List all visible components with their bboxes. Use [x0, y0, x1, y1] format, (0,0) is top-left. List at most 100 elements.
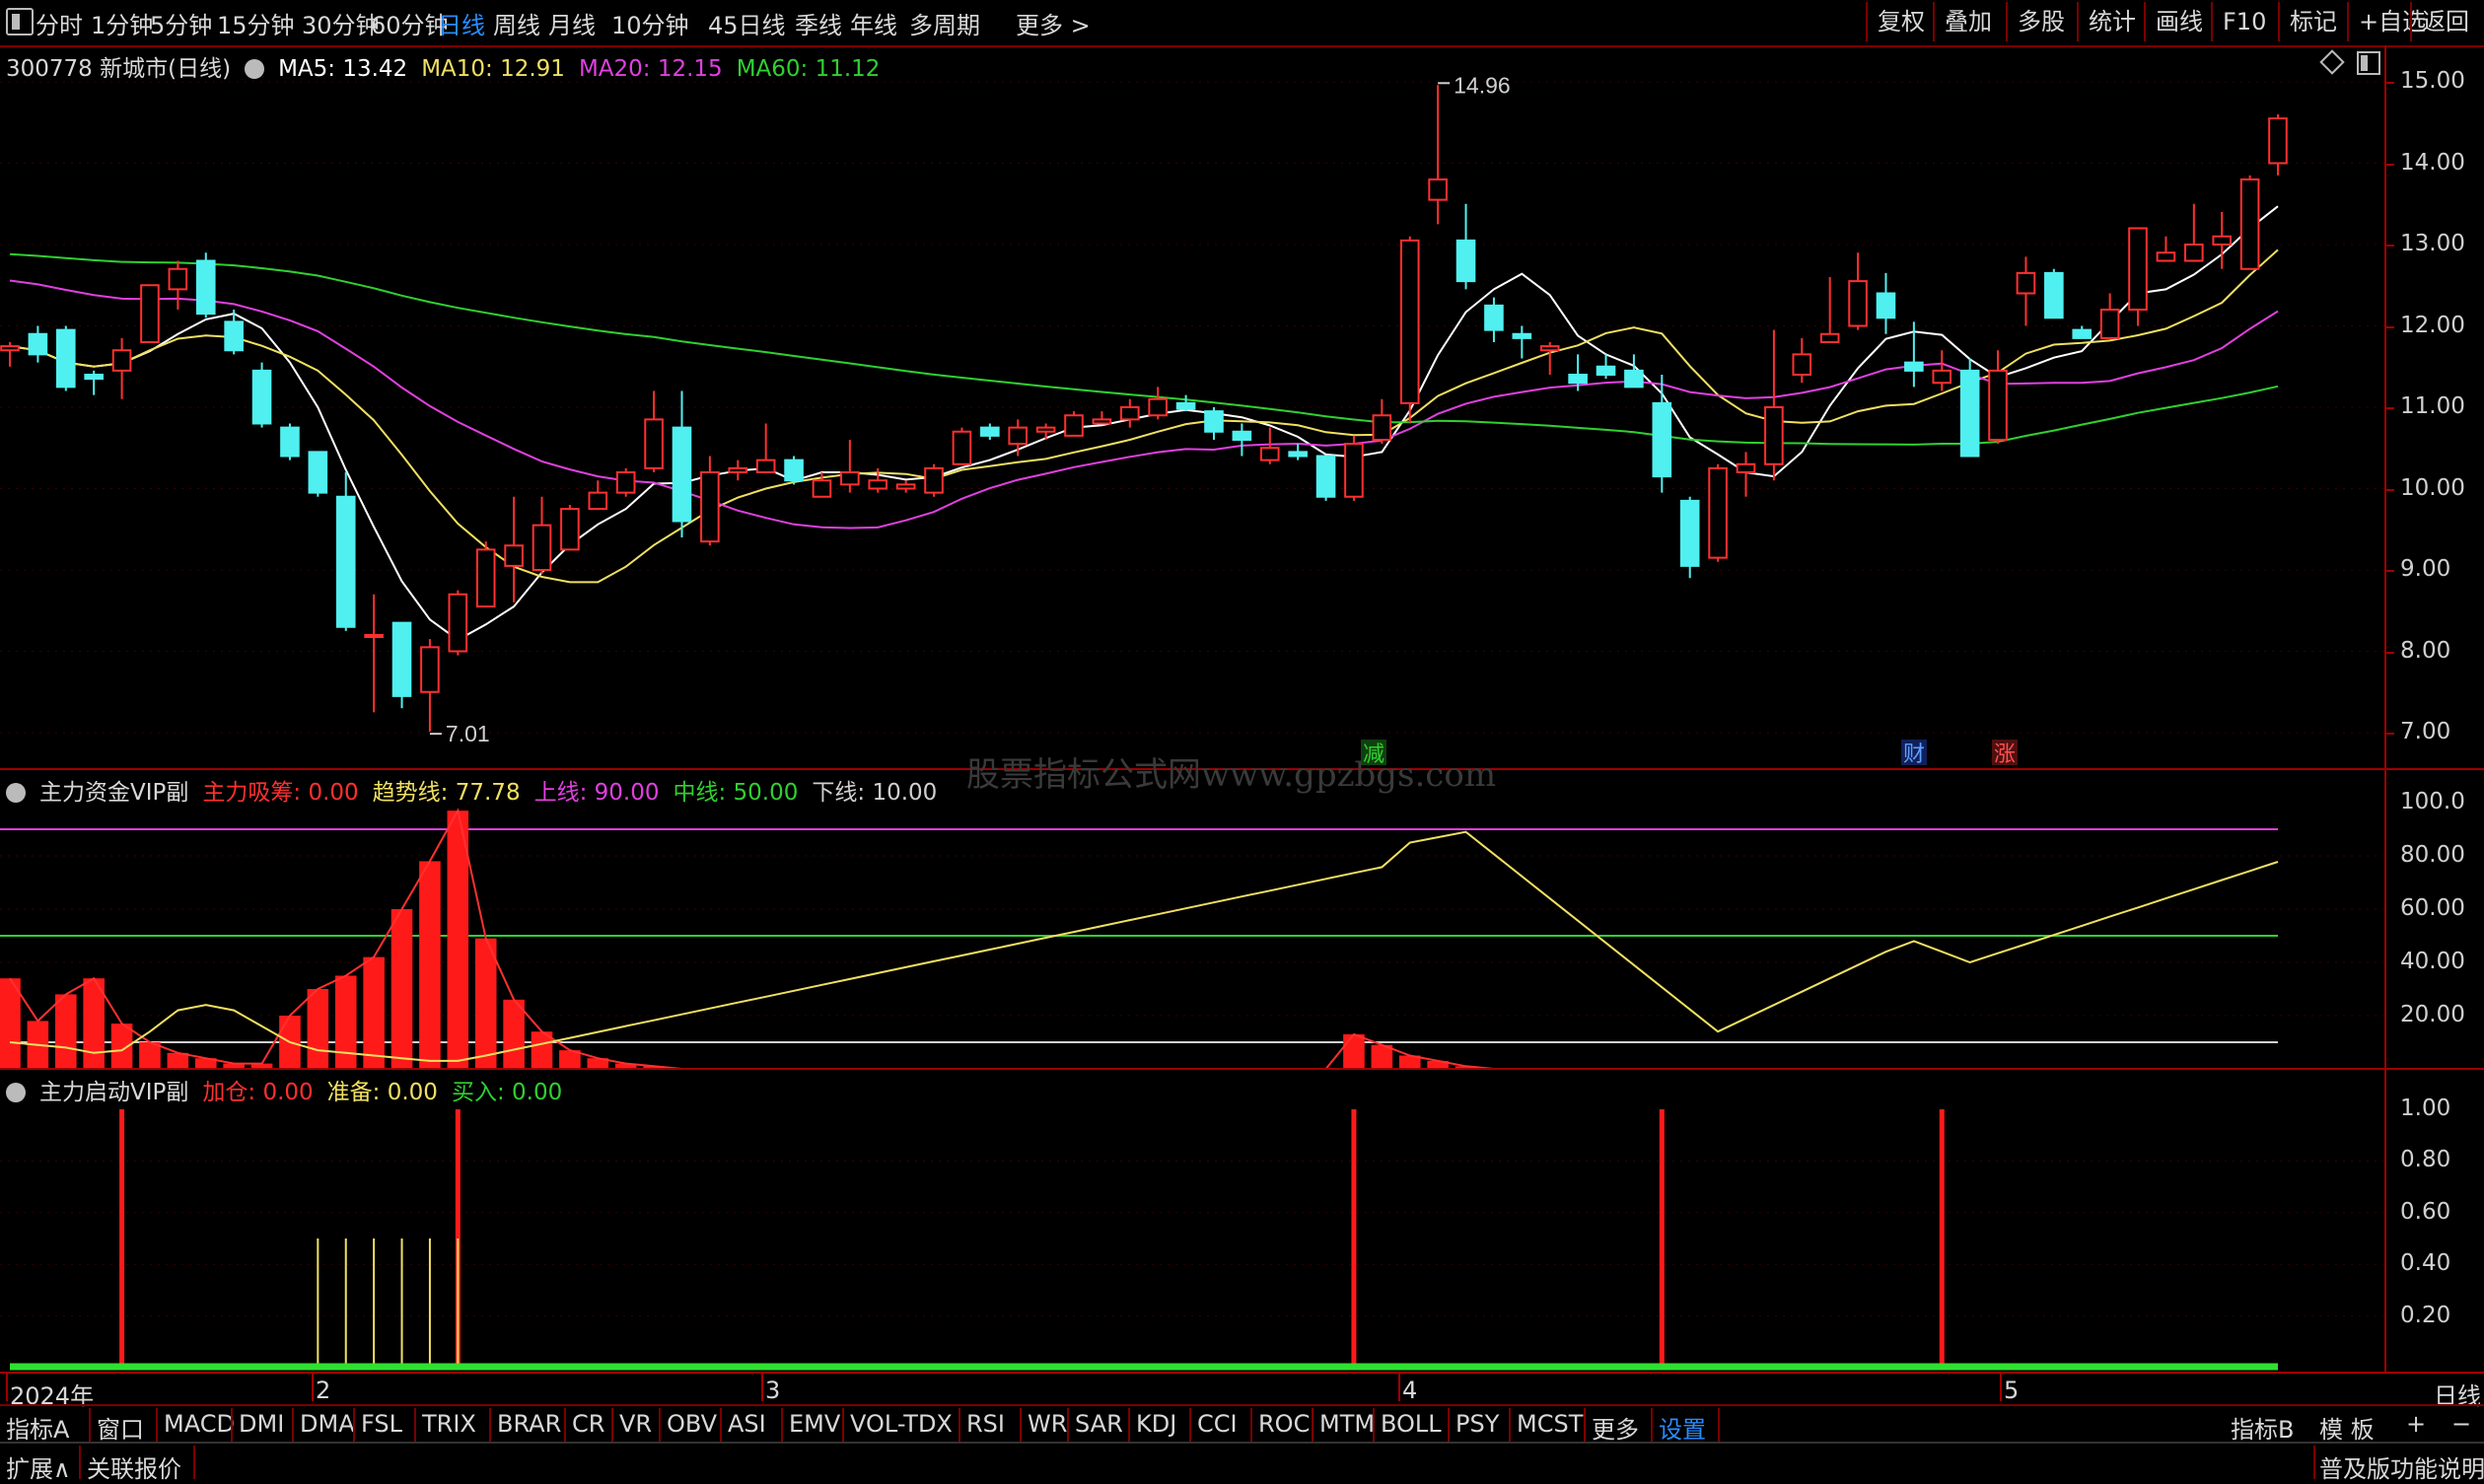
indicator-tab-20[interactable]: MTM: [1319, 1410, 1375, 1438]
indicator-tab-5[interactable]: FSL: [361, 1410, 402, 1438]
tab-divider-5: [414, 1408, 416, 1442]
ind2-tick-2: 0.60: [2400, 1198, 2451, 1225]
period-tab-5[interactable]: 60分钟: [371, 6, 449, 40]
indicator-tab-13[interactable]: VOL-TDX: [850, 1410, 953, 1438]
indicator2-settings-icon[interactable]: [6, 1083, 26, 1102]
indicator-tab-21[interactable]: BOLL: [1381, 1410, 1442, 1438]
candle-body-75: [2099, 309, 2120, 339]
kline-chart[interactable]: 14.967.01减财涨: [0, 45, 2384, 1372]
toolbar-button-8[interactable]: 返回: [2410, 2, 2479, 41]
period-tab-9[interactable]: 10分钟: [611, 6, 689, 40]
indicator1-info-row: 主力资金VIP副 主力吸筹: 0.00 趋势线: 77.78 上线: 90.00 中线:…: [6, 773, 964, 807]
indicator2-legend: 加仓: 0.00 准备: 0.00 买入: 0.00: [202, 1080, 576, 1105]
period-tab-0[interactable]: 分时: [35, 6, 83, 40]
candle-body-67: [1876, 292, 1896, 319]
indicator-tab-6[interactable]: TRIX: [422, 1410, 476, 1438]
indicator-tab-2[interactable]: MACD: [164, 1410, 235, 1438]
candle-body-9: [251, 369, 272, 425]
price-tick-mark-6: [2384, 570, 2394, 572]
indicator-tab-7[interactable]: BRAR: [497, 1410, 561, 1438]
tab-right-0[interactable]: 指标B: [2231, 1410, 2294, 1445]
menu-icon[interactable]: [6, 8, 34, 35]
indicator-tab-14[interactable]: RSI: [966, 1410, 1005, 1438]
candle-body-29: [812, 479, 832, 498]
tab-divider-18: [1250, 1408, 1252, 1442]
candle-body-10: [280, 426, 300, 458]
candle-body-13: [364, 634, 384, 638]
period-tab-12[interactable]: 年线: [850, 6, 897, 40]
candle-body-41: [1148, 397, 1168, 417]
tab-divider-1: [156, 1408, 158, 1442]
absorb-bar-2: [54, 994, 77, 1069]
toolbar-button-3[interactable]: 统计: [2077, 2, 2146, 41]
period-tab-10[interactable]: 45日线: [708, 6, 786, 40]
price-tick-2: 13.00: [2400, 231, 2465, 256]
indicator-tab-16[interactable]: SAR: [1075, 1410, 1123, 1438]
indicator-tab-0[interactable]: 指标A: [6, 1410, 69, 1445]
indicator-tab-10[interactable]: OBV: [667, 1410, 717, 1438]
period-tab-6[interactable]: 日线: [438, 6, 485, 40]
toolbar-button-5[interactable]: F10: [2211, 2, 2276, 41]
toolbar-button-4[interactable]: 画线: [2144, 2, 2213, 41]
date-tick-3: [1398, 1374, 1400, 1401]
toolbar-button-2[interactable]: 多股: [2006, 2, 2075, 41]
tab-right-1[interactable]: 模 板: [2319, 1410, 2375, 1445]
indicator-tab-22[interactable]: PSY: [1455, 1410, 1499, 1438]
indicator2-field-2: 买入: 0.00: [451, 1080, 563, 1105]
period-tab-3[interactable]: 15分钟: [217, 6, 295, 40]
indicator-tab-8[interactable]: CR: [572, 1410, 604, 1438]
candle-body-24: [672, 426, 692, 523]
indicator-tab-18[interactable]: CCI: [1197, 1410, 1238, 1438]
expand-button[interactable]: 扩展∧: [6, 1449, 71, 1484]
indicator-tab-23[interactable]: MCST: [1517, 1410, 1583, 1438]
candle-body-53: [1484, 304, 1504, 331]
price-tick-mark-3: [2384, 325, 2394, 328]
indicator1-settings-icon[interactable]: [6, 783, 26, 803]
period-tab-1[interactable]: 1分钟: [91, 6, 153, 40]
candle-body-7: [195, 259, 216, 316]
period-tab-4[interactable]: 30分钟: [302, 6, 380, 40]
toolbar-button-1[interactable]: 叠加: [1933, 2, 2002, 41]
period-tab-11[interactable]: 季线: [795, 6, 842, 40]
candle-body-47: [1315, 455, 1336, 498]
candle-body-19: [532, 524, 552, 571]
period-tab-2[interactable]: 5分钟: [150, 6, 212, 40]
indicator-tab-4[interactable]: DMA: [300, 1410, 355, 1438]
indicator-tab-19[interactable]: ROC: [1258, 1410, 1310, 1438]
period-tab-8[interactable]: 月线: [548, 6, 596, 40]
price-tick-mark-0: [2384, 82, 2394, 84]
candle-body-8: [224, 320, 244, 352]
toolbar-button-6[interactable]: 标记: [2278, 2, 2347, 41]
indicator-tab-12[interactable]: EMV: [789, 1410, 840, 1438]
feature-description-link[interactable]: 普及版功能说明: [2319, 1449, 2484, 1484]
candle-body-48: [1344, 443, 1364, 498]
period-tab-13[interactable]: 多周期: [909, 6, 980, 40]
tab-divider-6: [489, 1408, 491, 1442]
indicator-tab-11[interactable]: ASI: [728, 1410, 766, 1438]
absorb-bar-14: [390, 909, 413, 1069]
indicator-tab-9[interactable]: VR: [619, 1410, 652, 1438]
indicator-tab-1[interactable]: 窗口: [97, 1410, 144, 1445]
toolbar-button-0[interactable]: 复权: [1866, 2, 1935, 41]
indicator-tab-25[interactable]: 设置: [1659, 1410, 1706, 1445]
panel-divider-2: [0, 1068, 2484, 1070]
period-tab-14[interactable]: 更多 >: [1016, 6, 1091, 40]
indicator1-field-2: 上线: 90.00: [533, 780, 660, 806]
low-price-label: 7.01: [446, 721, 490, 746]
watermark: 股票指标公式网www.gpzbgs.com: [966, 755, 1497, 795]
candle-body-40: [1120, 406, 1140, 421]
candle-body-22: [615, 471, 636, 494]
period-tab-7[interactable]: 周线: [493, 6, 540, 40]
indicator2-info-row: 主力启动VIP副 加仓: 0.00 准备: 0.00 买入: 0.00: [6, 1073, 590, 1106]
tab-right-2[interactable]: +: [2406, 1410, 2426, 1438]
indicator-tab-24[interactable]: 更多: [1592, 1410, 1639, 1445]
indicator-tab-17[interactable]: KDJ: [1136, 1410, 1176, 1438]
date-tick-2: [761, 1374, 763, 1401]
price-tick-mark-8: [2384, 733, 2394, 735]
tab-right-3[interactable]: −: [2451, 1410, 2471, 1438]
indicator-tab-3[interactable]: DMI: [239, 1410, 284, 1438]
event-marker-1: 财: [1903, 742, 1925, 767]
related-quote-button[interactable]: 关联报价: [87, 1449, 181, 1484]
indicator-tab-15[interactable]: WR: [1028, 1410, 1067, 1438]
status-bar: 扩展∧ 关联报价 普及版功能说明: [0, 1442, 2484, 1484]
